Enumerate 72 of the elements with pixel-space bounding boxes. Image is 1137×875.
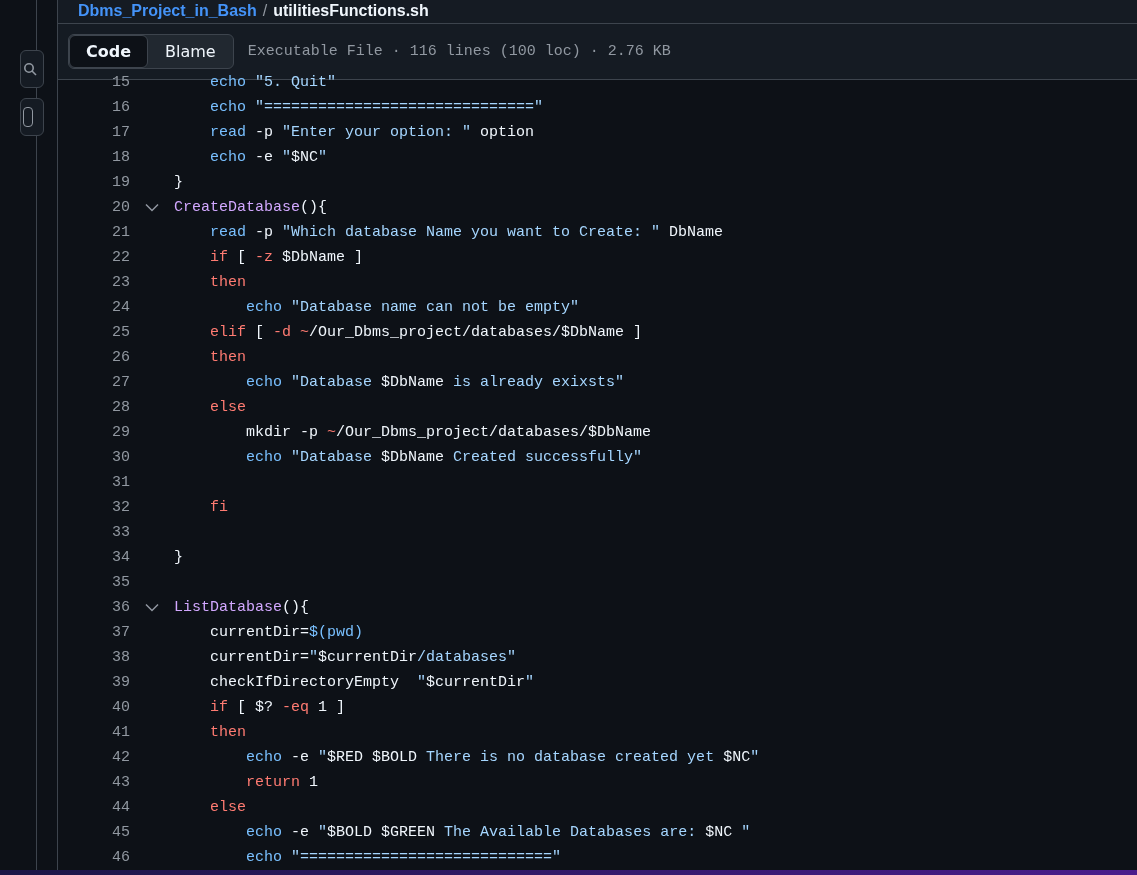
line-number: 30 (111, 449, 130, 466)
line-number: 22 (111, 249, 130, 266)
code-line: mkdir -p ~/Our_Dbms_project/databases/$DbName (245, 424, 652, 441)
line-number: 36 (111, 599, 130, 616)
line-number: 44 (111, 799, 130, 816)
line-number: 46 (111, 849, 130, 866)
code-line: else (209, 399, 246, 416)
line-number: 40 (111, 699, 130, 716)
code-line: return 1 (245, 774, 319, 791)
chevron-down-icon[interactable] (145, 203, 159, 212)
code-line: then (209, 274, 246, 291)
chevron-down-icon[interactable] (145, 603, 159, 612)
code-line: echo "==============================" (209, 99, 544, 116)
line-number: 35 (111, 574, 130, 591)
file-name: utilitiesFunctions.sh (273, 2, 429, 20)
line-number: 21 (111, 224, 130, 241)
search-button[interactable] (20, 50, 44, 88)
line-number: 31 (111, 474, 130, 491)
code-line: } (174, 549, 183, 566)
file-info: Executable File · 116 lines (100 loc) · 2.76 KB (247, 43, 671, 60)
code-line: CreateDatabase(){ (174, 199, 328, 216)
code-line: fi (209, 499, 228, 516)
code-line: then (209, 724, 246, 741)
code-line: echo -e "$NC" (209, 149, 328, 166)
code-line: elif [ -d ~/Our_Dbms_project/databases/$DbName ] (209, 324, 643, 341)
path-separator: / (262, 2, 268, 20)
line-number: 25 (111, 324, 130, 341)
line-number: 42 (111, 749, 130, 766)
code-line: echo "Database $DbName is already exixsts" (245, 374, 625, 391)
code-line: echo -e "$BOLD $GREEN The Available Databases are: $NC " (245, 824, 751, 841)
code-line: echo "============================" (245, 849, 562, 866)
line-number: 26 (111, 349, 130, 366)
code-line: read -p "Enter your option: " option (209, 124, 535, 141)
line-number: 24 (111, 299, 130, 316)
line-number: 38 (111, 649, 130, 666)
code-line: echo -e "$RED $BOLD There is no database created yet $NC" (245, 749, 760, 766)
line-number: 19 (111, 174, 130, 191)
line-number: 27 (111, 374, 130, 391)
code-line: echo "5. Quit" (209, 74, 337, 91)
code-line: currentDir=$(pwd) (209, 624, 364, 641)
code-line: echo "Database $DbName Created successfully" (245, 449, 643, 466)
line-number: 43 (111, 774, 130, 791)
view-tab[interactable]: Code (69, 35, 149, 68)
line-number: 17 (111, 124, 130, 141)
line-number: 18 (111, 149, 130, 166)
repository-link[interactable]: Dbms_Project_in_Bash (78, 2, 257, 20)
code-line: else (209, 799, 246, 816)
line-number: 20 (111, 199, 130, 216)
code-line: if [ -z $DbName ] (209, 249, 364, 266)
line-number: 41 (111, 724, 130, 741)
line-number: 29 (111, 424, 130, 441)
code-line: if [ $? -eq 1 ] (209, 699, 346, 716)
search-icon (23, 62, 37, 76)
line-number: 33 (111, 524, 130, 541)
line-number: 39 (111, 674, 130, 691)
code-line: ListDatabase(){ (174, 599, 310, 616)
line-number: 37 (111, 624, 130, 641)
code-line: then (209, 349, 246, 366)
line-number: 32 (111, 499, 130, 516)
code-line: echo "Database name can not be empty" (245, 299, 580, 316)
line-number: 16 (111, 99, 130, 116)
line-number: 15 (111, 74, 130, 91)
line-number: 45 (111, 824, 130, 841)
sidebar-button[interactable] (20, 98, 44, 136)
line-number: 34 (111, 549, 130, 566)
code-line: checkIfDirectoryEmpty "$currentDir" (209, 674, 535, 691)
line-number: 28 (111, 399, 130, 416)
line-number: 23 (111, 274, 130, 291)
view-tab[interactable]: Blame (148, 35, 233, 68)
code-line: } (174, 174, 183, 191)
code-line: read -p "Which database Name you want to Create: " DbName (209, 224, 724, 241)
code-line: currentDir="$currentDir/databases" (209, 649, 517, 666)
